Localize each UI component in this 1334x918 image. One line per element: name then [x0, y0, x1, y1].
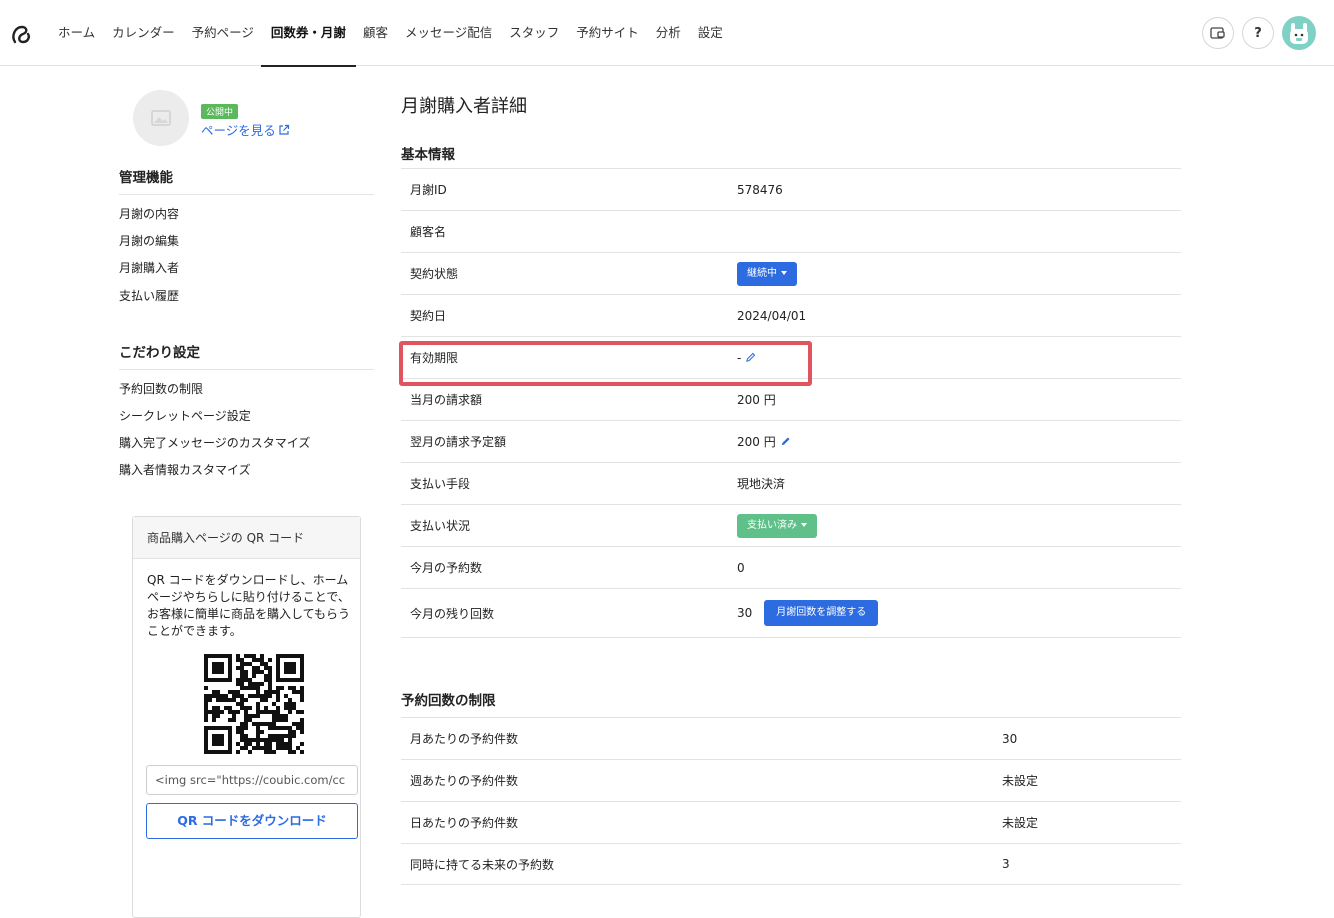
wallet-button[interactable] — [1202, 17, 1234, 49]
table-row: 日あたりの予約件数 未設定 — [401, 801, 1181, 843]
section-title-basic-info: 基本情報 — [401, 147, 455, 163]
qr-description: QR コードをダウンロードし、ホームページやちらしに貼り付けることで、お客様に簡… — [147, 573, 351, 638]
row-value: 未設定 — [1002, 816, 1039, 830]
qr-download-button[interactable]: QR コードをダウンロード — [146, 803, 358, 839]
basic-info-table: 月謝ID 578476 顧客名 契約状態 継続中 契約日 2024/04/01 … — [401, 168, 1181, 638]
row-value: 200 円 — [737, 393, 776, 407]
nav-item-calendar[interactable]: カレンダー — [112, 0, 175, 66]
highlight-box — [399, 341, 812, 386]
external-link-icon — [279, 124, 289, 135]
image-placeholder-icon — [151, 110, 171, 126]
row-label: 月謝ID — [410, 183, 447, 197]
top-navigation: ホーム カレンダー 予約ページ 回数券・月謝 顧客 メッセージ配信 スタッフ 予… — [0, 0, 1334, 67]
table-row: 同時に持てる未来の予約数 3 — [401, 843, 1181, 885]
table-row: 翌月の請求予定額 200 円 — [401, 420, 1181, 462]
row-label: 当月の請求額 — [410, 393, 483, 407]
next-month-amount: 200 円 — [737, 435, 776, 449]
row-value: 30 月謝回数を調整する — [737, 600, 879, 626]
row-value: 2024/04/01 — [737, 308, 807, 323]
section-title-management: 管理機能 — [119, 166, 374, 195]
row-label: 週あたりの予約件数 — [410, 774, 519, 788]
row-value: 支払い済み — [737, 513, 817, 538]
row-label: 日あたりの予約件数 — [410, 816, 519, 830]
sidebar-link-edit[interactable]: 月謝の編集 — [119, 232, 179, 249]
row-label: 支払い手段 — [410, 477, 471, 491]
table-row: 月謝ID 578476 — [401, 168, 1181, 210]
table-row: 契約状態 継続中 — [401, 252, 1181, 294]
contract-status-dropdown[interactable]: 継続中 — [737, 261, 797, 286]
table-row: 今月の残り回数 30 月謝回数を調整する — [401, 588, 1181, 638]
nav-item-analytics[interactable]: 分析 — [656, 0, 681, 66]
page-thumbnail — [133, 90, 189, 146]
booking-limit-table: 月あたりの予約件数 30 週あたりの予約件数 未設定 日あたりの予約件数 未設定… — [401, 717, 1181, 885]
row-label: 今月の残り回数 — [410, 606, 495, 621]
nav-menu: ホーム カレンダー 予約ページ 回数券・月謝 顧客 メッセージ配信 スタッフ 予… — [58, 0, 740, 67]
pencil-icon[interactable] — [780, 436, 791, 447]
avatar[interactable] — [1282, 16, 1316, 50]
nav-item-booking-page[interactable]: 予約ページ — [192, 0, 254, 66]
table-row: 今月の予約数 0 — [401, 546, 1181, 588]
row-value: 30 — [1002, 731, 1018, 746]
logo-icon[interactable] — [9, 23, 33, 47]
help-icon: ? — [1254, 25, 1262, 41]
nav-item-booking-site[interactable]: 予約サイト — [576, 0, 639, 66]
sidebar-link-purchasers[interactable]: 月謝購入者 — [119, 259, 179, 276]
help-button[interactable]: ? — [1242, 17, 1274, 49]
table-row: 顧客名 — [401, 210, 1181, 252]
qr-code-image — [204, 654, 304, 754]
row-label: 今月の予約数 — [410, 561, 483, 575]
sidebar-link-secret-page[interactable]: シークレットページ設定 — [119, 407, 251, 424]
row-label: 契約日 — [410, 309, 447, 323]
row-value: 現地決済 — [737, 477, 786, 491]
embed-code-input[interactable]: <img src="https://coubic.com/cc — [146, 765, 358, 795]
nav-item-tickets-monthly[interactable]: 回数券・月謝 — [260, 0, 356, 67]
wallet-icon — [1210, 27, 1225, 39]
nav-right-tools: ? — [1194, 16, 1316, 50]
adjust-count-button[interactable]: 月謝回数を調整する — [764, 600, 879, 626]
row-label: 翌月の請求予定額 — [410, 435, 507, 449]
payment-status-dropdown[interactable]: 支払い済み — [737, 513, 817, 538]
nav-item-settings[interactable]: 設定 — [698, 0, 723, 66]
status-badge: 公開中 — [201, 104, 239, 119]
sidebar-link-booking-limit[interactable]: 予約回数の制限 — [119, 380, 203, 397]
table-row: 支払い手段 現地決済 — [401, 462, 1181, 504]
row-label: 月あたりの予約件数 — [410, 732, 519, 746]
section-title-booking-limit: 予約回数の制限 — [401, 693, 496, 709]
qr-code-panel: 商品購入ページの QR コード QR コードをダウンロードし、ホームページやちら… — [132, 516, 361, 918]
nav-item-customers[interactable]: 顧客 — [363, 0, 388, 66]
row-value: 継続中 — [737, 261, 797, 286]
caret-down-icon — [781, 270, 787, 275]
row-value: 3 — [1002, 857, 1010, 871]
row-value: 578476 — [737, 182, 783, 197]
qr-panel-header: 商品購入ページの QR コード — [133, 517, 360, 559]
payment-status-label: 支払い済み — [747, 519, 797, 531]
row-value: 未設定 — [1002, 774, 1039, 788]
nav-item-home[interactable]: ホーム — [58, 0, 95, 66]
contract-status-label: 継続中 — [747, 267, 777, 279]
row-value: 200 円 — [737, 433, 791, 450]
nav-item-staff[interactable]: スタッフ — [509, 0, 559, 66]
row-label: 支払い状況 — [410, 519, 471, 533]
row-label: 顧客名 — [410, 225, 447, 239]
view-page-link-label: ページを見る — [201, 123, 276, 138]
sidebar-link-completion-message[interactable]: 購入完了メッセージのカスタマイズ — [119, 434, 310, 451]
view-page-link[interactable]: ページを見る — [201, 120, 290, 139]
table-row: 支払い状況 支払い済み — [401, 504, 1181, 546]
row-label: 同時に持てる未来の予約数 — [410, 857, 555, 872]
section-title-custom-settings: こだわり設定 — [119, 341, 374, 370]
caret-down-icon — [801, 522, 807, 527]
row-label: 契約状態 — [410, 267, 459, 281]
table-row: 週あたりの予約件数 未設定 — [401, 759, 1181, 801]
sidebar-link-payment-history[interactable]: 支払い履歴 — [119, 287, 179, 304]
sidebar-link-content[interactable]: 月謝の内容 — [119, 205, 179, 222]
page-title: 月謝購入者詳細 — [401, 96, 527, 117]
table-row: 契約日 2024/04/01 — [401, 294, 1181, 336]
nav-item-messages[interactable]: メッセージ配信 — [405, 0, 492, 66]
table-row: 月あたりの予約件数 30 — [401, 717, 1181, 759]
remaining-count: 30 — [737, 606, 753, 620]
sidebar-link-purchaser-info[interactable]: 購入者情報カスタマイズ — [119, 461, 251, 478]
row-value: 0 — [737, 560, 745, 575]
